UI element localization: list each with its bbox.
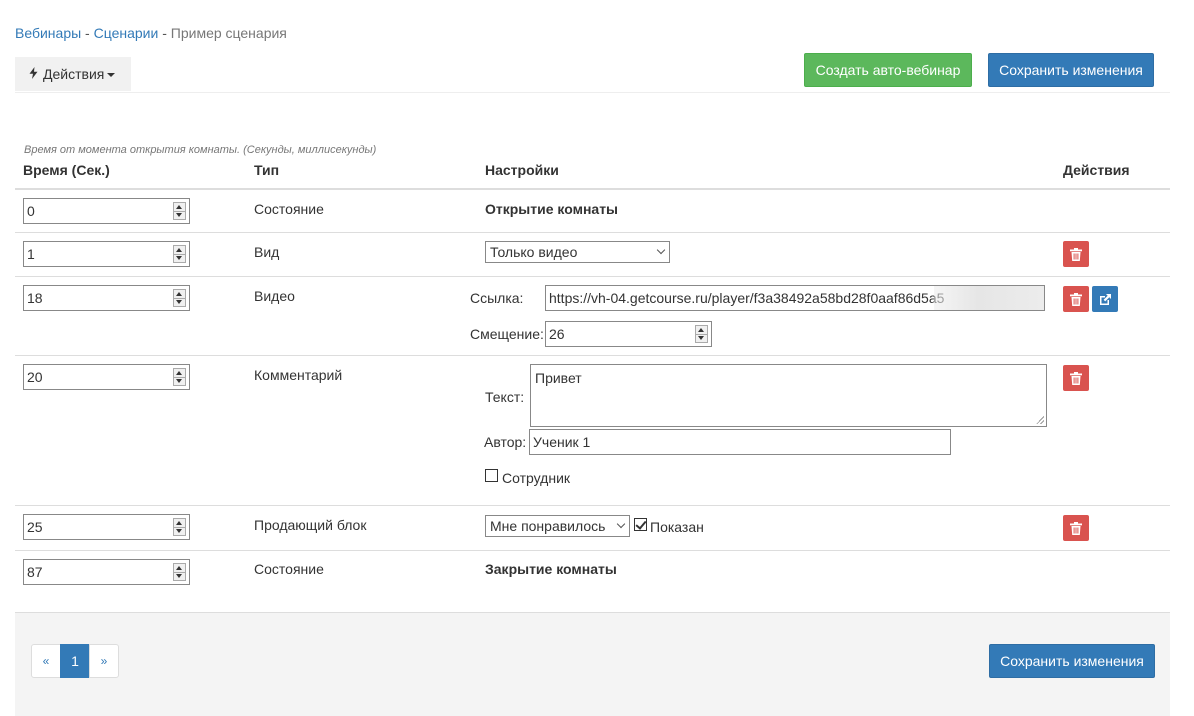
actions-dropdown-button[interactable]: Действия [15, 57, 131, 91]
shown-checkbox[interactable] [634, 518, 647, 531]
time-hint: Время от момента открытия комнаты. (Секу… [24, 144, 377, 156]
author-label: Автор: [484, 434, 527, 450]
create-auto-webinar-button[interactable]: Создать авто-вебинар [804, 53, 972, 87]
row-divider [15, 276, 1170, 277]
breadcrumb-scenarios-link[interactable]: Сценарии [94, 25, 159, 41]
offset-label: Смещение: [470, 326, 544, 342]
time-spinner[interactable]: 25 [23, 514, 190, 540]
offset-spinner[interactable]: 26 [545, 321, 712, 347]
row-type: Состояние [254, 561, 324, 577]
view-select[interactable]: Только видео [485, 241, 670, 263]
resize-grip-icon[interactable] [1036, 416, 1044, 424]
time-value: 20 [27, 369, 43, 385]
time-spinner[interactable]: 20 [23, 364, 190, 390]
bolt-icon [29, 67, 38, 79]
time-value: 87 [27, 564, 43, 580]
shown-label: Показан [650, 519, 704, 535]
blurred-text [934, 286, 1044, 310]
external-link-icon [1099, 293, 1111, 305]
row-divider [15, 232, 1170, 233]
video-link-input[interactable]: https://vh-04.getcourse.ru/player/f3a384… [545, 285, 1045, 311]
time-spinner[interactable]: 0 [23, 198, 190, 224]
breadcrumb-separator: - [81, 25, 94, 41]
delete-button[interactable] [1063, 286, 1089, 312]
caret-down-icon [107, 73, 116, 78]
delete-button[interactable] [1063, 515, 1089, 541]
spinner-arrows-icon[interactable] [695, 325, 708, 343]
comment-text-value: Привет [535, 370, 582, 386]
header-divider [15, 188, 1170, 190]
text-label: Текст: [485, 389, 525, 405]
trash-icon [1070, 247, 1082, 261]
row-type: Видео [254, 288, 295, 304]
row-setting: Открытие комнаты [485, 201, 618, 217]
trash-icon [1070, 521, 1082, 535]
open-link-button[interactable] [1092, 286, 1118, 312]
time-value: 1 [27, 246, 35, 262]
breadcrumb-current: Пример сценария [170, 25, 287, 41]
actions-dropdown-label: Действия [43, 66, 105, 82]
chevron-down-icon [616, 519, 626, 529]
spinner-arrows-icon[interactable] [173, 563, 186, 581]
delete-button[interactable] [1063, 241, 1089, 267]
pagination: « 1 » [31, 644, 119, 678]
sales-block-select-value: Мне понравилось [490, 518, 606, 534]
sales-block-select[interactable]: Мне понравилось [485, 515, 630, 537]
spinner-arrows-icon[interactable] [173, 289, 186, 307]
row-type: Состояние [254, 201, 324, 217]
employee-label: Сотрудник [502, 470, 571, 486]
comment-textarea[interactable]: Привет [530, 364, 1047, 427]
time-value: 18 [27, 290, 43, 306]
row-setting: Закрытие комнаты [485, 561, 617, 577]
trash-icon [1070, 371, 1082, 385]
column-header-time: Время (Сек.) [23, 162, 110, 178]
employee-checkbox[interactable] [485, 469, 498, 482]
spinner-arrows-icon[interactable] [173, 202, 186, 220]
toolbar-divider [15, 92, 1170, 93]
row-type: Вид [254, 244, 280, 260]
chevron-down-icon [656, 245, 666, 255]
time-value: 0 [27, 203, 35, 219]
row-divider [15, 355, 1170, 356]
save-changes-button[interactable]: Сохранить изменения [988, 53, 1154, 87]
time-value: 25 [27, 519, 43, 535]
breadcrumb: Вебинары - Сценарии - Пример сценария [15, 25, 287, 41]
spinner-arrows-icon[interactable] [173, 518, 186, 536]
row-type: Продающий блок [254, 517, 367, 533]
footer-save-changes-button[interactable]: Сохранить изменения [989, 644, 1155, 678]
pagination-page-1[interactable]: 1 [60, 644, 90, 678]
row-divider [15, 505, 1170, 506]
link-label: Ссылка: [470, 290, 524, 306]
row-divider [15, 550, 1170, 551]
time-spinner[interactable]: 87 [23, 559, 190, 585]
breadcrumb-webinars-link[interactable]: Вебинары [15, 25, 81, 41]
time-spinner[interactable]: 1 [23, 241, 190, 267]
column-header-type: Тип [254, 162, 280, 178]
video-link-value: https://vh-04.getcourse.ru/player/f3a384… [549, 290, 945, 306]
row-type: Комментарий [254, 367, 343, 383]
breadcrumb-separator: - [158, 25, 171, 41]
trash-icon [1070, 292, 1082, 306]
pagination-next[interactable]: » [89, 644, 119, 678]
column-header-settings: Настройки [485, 162, 559, 178]
view-select-value: Только видео [490, 244, 578, 260]
time-spinner[interactable]: 18 [23, 285, 190, 311]
pagination-prev[interactable]: « [31, 644, 61, 678]
offset-value: 26 [549, 326, 565, 342]
author-input[interactable]: Ученик 1 [529, 429, 951, 455]
delete-button[interactable] [1063, 365, 1089, 391]
column-header-actions: Действия [1063, 162, 1130, 178]
spinner-arrows-icon[interactable] [173, 368, 186, 386]
author-value: Ученик 1 [533, 434, 591, 450]
spinner-arrows-icon[interactable] [173, 245, 186, 263]
